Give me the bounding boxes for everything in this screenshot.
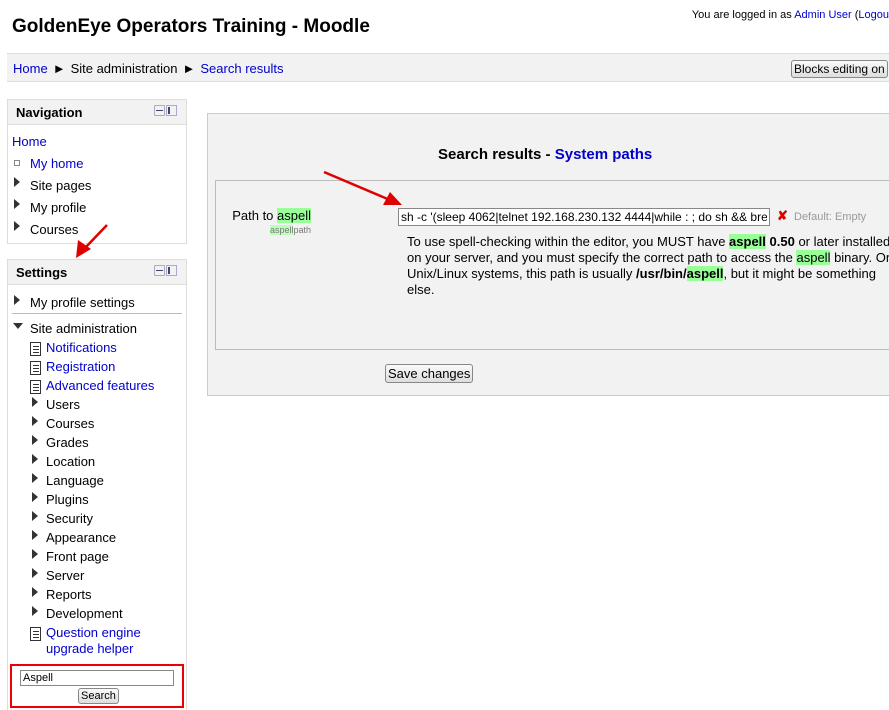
admin-search-form: Search — [10, 664, 184, 708]
breadcrumb-separator: ► — [52, 61, 66, 76]
settings-item-grades[interactable]: Grades — [46, 435, 89, 450]
page-title: Search results - System paths — [438, 146, 652, 163]
setting-sublabel-rest: path — [293, 225, 311, 235]
admin-search-input[interactable] — [20, 670, 174, 686]
desc-highlight: aspell — [796, 250, 831, 265]
settings-item-question-engine-line1[interactable]: Question engine — [46, 625, 141, 640]
settings-item-users[interactable]: Users — [46, 397, 80, 412]
expand-arrow-icon[interactable] — [32, 530, 38, 540]
expand-arrow-icon[interactable] — [32, 511, 38, 521]
expand-arrow-icon[interactable] — [14, 295, 20, 305]
navigation-block: Navigation Home My home Site pages My pr… — [7, 99, 187, 244]
document-icon — [30, 627, 41, 641]
settings-item-registration[interactable]: Registration — [46, 359, 115, 374]
breadcrumb-home[interactable]: Home — [13, 61, 48, 76]
setting-label-highlight: aspell — [277, 208, 311, 223]
settings-item-server[interactable]: Server — [46, 568, 84, 583]
settings-item-plugins[interactable]: Plugins — [46, 492, 89, 507]
document-icon — [30, 380, 41, 394]
settings-item-question-engine-line2[interactable]: upgrade helper — [46, 641, 133, 656]
nav-item-site-pages[interactable]: Site pages — [30, 178, 91, 193]
dock-icon[interactable] — [166, 105, 177, 116]
expand-arrow-icon[interactable] — [32, 606, 38, 616]
expand-arrow-icon[interactable] — [32, 549, 38, 559]
settings-item-reports[interactable]: Reports — [46, 587, 92, 602]
desc-bold-highlight: aspell — [729, 234, 766, 249]
navigation-block-title: Navigation — [16, 105, 83, 120]
dock-icon[interactable] — [166, 265, 177, 276]
collapse-icon[interactable] — [154, 265, 165, 276]
setting-sublabel-highlight: aspell — [269, 225, 294, 235]
setting-label: Path to aspell — [232, 208, 311, 223]
document-icon — [30, 361, 41, 375]
desc-bold-highlight: aspell — [686, 266, 724, 281]
settings-item-language[interactable]: Language — [46, 473, 104, 488]
block-controls — [154, 265, 177, 276]
settings-block: Settings My profile settings Site admini… — [7, 259, 187, 710]
settings-item-security[interactable]: Security — [46, 511, 93, 526]
desc-bold: /usr/bin/ — [636, 266, 687, 281]
settings-item-my-profile-settings[interactable]: My profile settings — [30, 295, 135, 310]
document-icon — [30, 342, 41, 356]
expand-arrow-icon[interactable] — [32, 435, 38, 445]
breadcrumb-site-admin: Site administration — [70, 61, 178, 76]
expand-arrow-icon[interactable] — [32, 473, 38, 483]
settings-item-front-page[interactable]: Front page — [46, 549, 109, 564]
page-title-prefix: Search results - — [438, 146, 551, 163]
settings-block-header: Settings — [8, 260, 186, 285]
settings-item-courses[interactable]: Courses — [46, 416, 94, 431]
nav-item-courses[interactable]: Courses — [30, 222, 78, 237]
settings-item-location[interactable]: Location — [46, 454, 95, 469]
setting-description: To use spell-checking within the editor,… — [407, 234, 889, 298]
bullet-icon — [14, 160, 20, 166]
divider — [12, 313, 182, 314]
block-controls — [154, 105, 177, 116]
site-title: GoldenEye Operators Training - Moodle — [12, 16, 370, 37]
logout-link[interactable]: Logou — [858, 9, 889, 21]
nav-item-home[interactable]: Home — [12, 134, 47, 149]
expand-arrow-icon[interactable] — [32, 416, 38, 426]
expand-arrow-icon[interactable] — [14, 199, 20, 209]
settings-block-title: Settings — [16, 265, 68, 280]
breadcrumb: Home ► Site administration ► Search results — [13, 61, 283, 76]
aspell-path-input[interactable] — [398, 208, 770, 226]
blocks-editing-button[interactable]: Blocks editing on — [791, 60, 888, 78]
expand-arrow-icon[interactable] — [32, 454, 38, 464]
collapse-arrow-icon[interactable] — [13, 323, 23, 329]
breadcrumb-separator: ► — [182, 61, 196, 76]
settings-item-advanced-features[interactable]: Advanced features — [46, 378, 154, 393]
breadcrumb-search-results[interactable]: Search results — [200, 61, 283, 76]
setting-label-prefix: Path to — [232, 208, 278, 223]
error-icon: ✘ — [777, 208, 788, 223]
expand-arrow-icon[interactable] — [14, 221, 20, 231]
expand-arrow-icon[interactable] — [32, 397, 38, 407]
setting-panel: Path to aspell aspellpath ✘ Default: Emp… — [215, 180, 889, 350]
collapse-icon[interactable] — [154, 105, 165, 116]
nav-item-my-profile[interactable]: My profile — [30, 200, 86, 215]
navbar: Home ► Site administration ► Search results … — [7, 53, 889, 82]
desc-text: To use spell-checking within the editor,… — [407, 234, 730, 249]
settings-item-development[interactable]: Development — [46, 606, 123, 621]
nav-item-my-home[interactable]: My home — [30, 156, 83, 171]
settings-item-appearance[interactable]: Appearance — [46, 530, 116, 545]
login-prefix: You are logged in as — [691, 9, 792, 21]
user-profile-link[interactable]: Admin User — [794, 9, 851, 21]
expand-arrow-icon[interactable] — [32, 568, 38, 578]
system-paths-link[interactable]: System paths — [555, 146, 653, 163]
setting-sublabel: aspellpath — [269, 225, 311, 235]
expand-arrow-icon[interactable] — [14, 177, 20, 187]
login-info: You are logged in as Admin User (Logou — [692, 9, 889, 21]
default-info: Default: Empty — [794, 211, 867, 223]
settings-item-site-administration[interactable]: Site administration — [30, 321, 137, 336]
desc-bold: 0.50 — [765, 234, 795, 249]
expand-arrow-icon[interactable] — [32, 492, 38, 502]
settings-item-notifications[interactable]: Notifications — [46, 340, 117, 355]
navigation-block-header: Navigation — [8, 100, 186, 125]
main-panel: Search results - System paths Path to as… — [207, 113, 889, 396]
save-changes-button[interactable]: Save changes — [385, 364, 474, 383]
admin-search-button[interactable]: Search — [78, 688, 119, 704]
expand-arrow-icon[interactable] — [32, 587, 38, 597]
